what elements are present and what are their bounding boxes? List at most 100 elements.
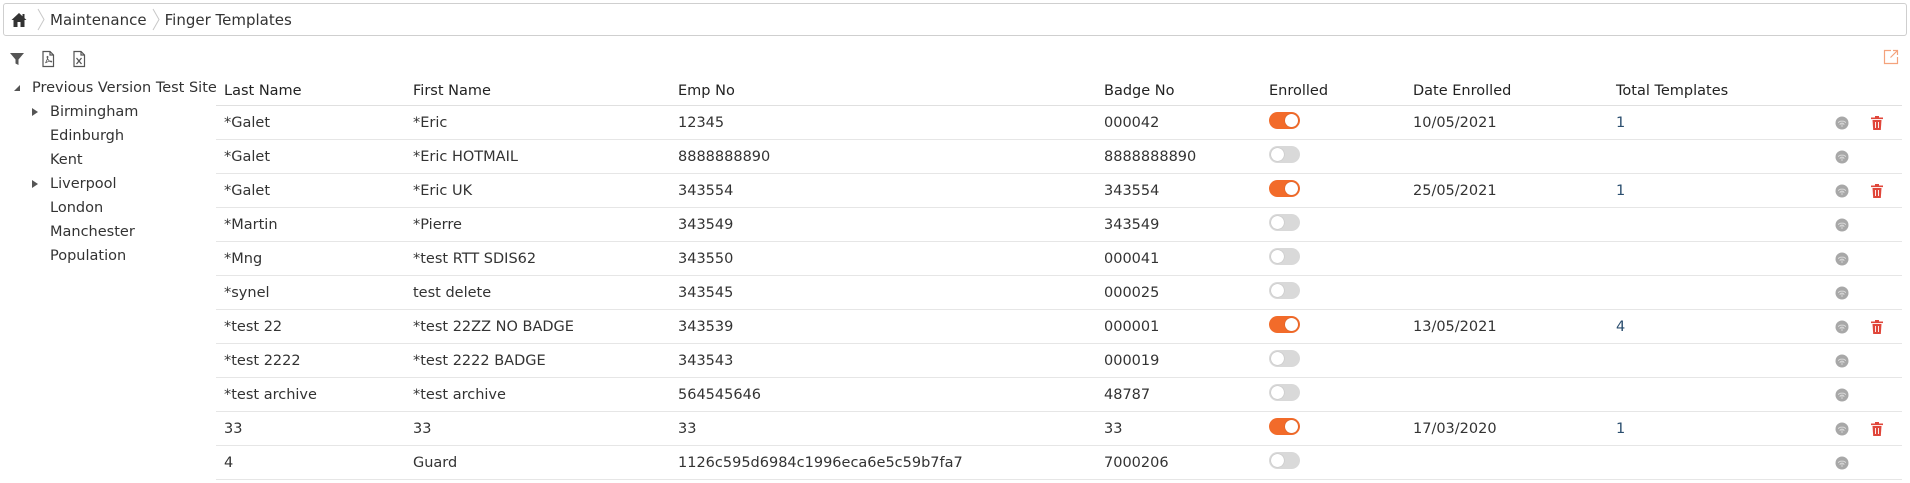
tree-node-kent[interactable]: Kent [10, 148, 217, 172]
column-header-total-templates[interactable]: Total Templates [1608, 83, 1834, 99]
fingerprint-icon[interactable] [1834, 455, 1850, 471]
fingerprint-icon[interactable] [1834, 285, 1850, 301]
fingerprint-icon[interactable] [1834, 319, 1850, 335]
tree-node-manchester[interactable]: Manchester [10, 220, 217, 244]
enrolled-toggle[interactable] [1269, 316, 1300, 333]
cell-last-name: *Martin [224, 216, 278, 233]
cell-emp-no: 12345 [678, 114, 725, 131]
tree-node-root[interactable]: Previous Version Test Site [10, 76, 217, 100]
cell-badge-no: 000019 [1104, 352, 1160, 369]
breadcrumb-maintenance[interactable]: Maintenance [50, 11, 147, 29]
cell-emp-no: 343545 [678, 284, 734, 301]
toolbar [8, 50, 88, 68]
enrolled-toggle[interactable] [1269, 214, 1300, 231]
cell-enrolled [1261, 418, 1405, 439]
delete-icon[interactable] [1870, 183, 1884, 199]
enrolled-toggle[interactable] [1269, 452, 1300, 469]
filter-icon[interactable] [8, 50, 26, 68]
column-header-date-enrolled[interactable]: Date Enrolled [1405, 83, 1608, 99]
cell-first-name: *Pierre [413, 216, 462, 233]
table-row[interactable]: *Mng *test RTT SDIS62 343550 000041 [216, 242, 1902, 276]
cell-actions [1834, 387, 1902, 403]
toggle-knob [1271, 284, 1284, 297]
enrolled-toggle[interactable] [1269, 146, 1300, 163]
cell-enrolled [1261, 180, 1405, 201]
delete-slot-empty [1870, 285, 1884, 301]
tree-node-population[interactable]: Population [10, 244, 217, 268]
tree-node-edinburgh[interactable]: Edinburgh [10, 124, 217, 148]
cell-date-enrolled: 10/05/2021 [1413, 114, 1497, 131]
cell-first-name: *Eric UK [413, 182, 473, 199]
excel-export-icon[interactable] [70, 50, 88, 68]
fingerprint-icon[interactable] [1834, 387, 1850, 403]
cell-enrolled [1261, 248, 1405, 269]
toggle-knob [1285, 318, 1298, 331]
fingerprint-icon[interactable] [1834, 183, 1850, 199]
enrolled-toggle[interactable] [1269, 350, 1300, 367]
fingerprint-icon[interactable] [1834, 149, 1850, 165]
fingerprint-icon[interactable] [1834, 421, 1850, 437]
toggle-knob [1285, 182, 1298, 195]
table-row[interactable]: *Galet *Eric UK 343554 343554 25/05/2021 1 [216, 174, 1902, 208]
toggle-knob [1271, 148, 1284, 161]
cell-last-name: *Galet [224, 182, 271, 199]
table-row[interactable]: *synel test delete 343545 000025 [216, 276, 1902, 310]
expand-arrow-icon[interactable] [28, 105, 42, 119]
pdf-export-icon[interactable] [39, 50, 57, 68]
expand-arrow-icon[interactable] [28, 177, 42, 191]
delete-icon[interactable] [1870, 115, 1884, 131]
fingerprint-icon[interactable] [1834, 217, 1850, 233]
cell-enrolled [1261, 146, 1405, 167]
tree-node-label: Edinburgh [50, 128, 125, 144]
tree-node-label: Previous Version Test Site [32, 80, 217, 96]
column-header-emp-no[interactable]: Emp No [670, 83, 1096, 99]
table-row[interactable]: *Martin *Pierre 343549 343549 [216, 208, 1902, 242]
table-row[interactable]: *test 22 *test 22ZZ NO BADGE 343539 000001 1… [216, 310, 1902, 344]
enrolled-toggle[interactable] [1269, 180, 1300, 197]
enrolled-toggle[interactable] [1269, 282, 1300, 299]
enrolled-toggle[interactable] [1269, 248, 1300, 265]
tree-node-london[interactable]: London [10, 196, 217, 220]
delete-icon[interactable] [1870, 319, 1884, 335]
table-row[interactable]: 4 Guard 1126c595d6984c1996eca6e5c59b7fa7 70… [216, 446, 1902, 480]
cell-emp-no: 343554 [678, 182, 734, 199]
column-header-badge-no[interactable]: Badge No [1096, 83, 1261, 99]
cell-emp-no: 8888888890 [678, 148, 771, 165]
cell-badge-no: 000041 [1104, 250, 1160, 267]
table-row[interactable]: *Galet *Eric HOTMAIL 8888888890 8888888890 [216, 140, 1902, 174]
home-icon[interactable] [10, 11, 28, 29]
cell-actions [1834, 455, 1902, 471]
enrolled-toggle[interactable] [1269, 112, 1300, 129]
table-row[interactable]: *test 2222 *test 2222 BADGE 343543 000019 [216, 344, 1902, 378]
delete-slot-empty [1870, 353, 1884, 369]
collapse-arrow-icon[interactable] [10, 81, 24, 95]
cell-first-name: *test 2222 BADGE [413, 352, 546, 369]
table-row[interactable]: *Galet *Eric 12345 000042 10/05/2021 1 [216, 106, 1902, 140]
cell-total-templates: 1 [1616, 182, 1626, 199]
toggle-knob [1271, 386, 1284, 399]
table-row[interactable]: 33 33 33 33 17/03/2020 1 [216, 412, 1902, 446]
fingerprint-icon[interactable] [1834, 353, 1850, 369]
tree-node-label: Liverpool [50, 176, 117, 192]
cell-enrolled [1261, 112, 1405, 133]
table-row[interactable]: *test archive *test archive 564545646 48787 [216, 378, 1902, 412]
enrolled-toggle[interactable] [1269, 418, 1300, 435]
column-header-last-name[interactable]: Last Name [216, 83, 405, 99]
tree-node-liverpool[interactable]: Liverpool [10, 172, 217, 196]
popout-icon[interactable] [1882, 48, 1900, 66]
column-header-enrolled[interactable]: Enrolled [1261, 83, 1405, 99]
cell-first-name: *Eric [413, 114, 448, 131]
delete-icon[interactable] [1870, 421, 1884, 437]
fingerprint-icon[interactable] [1834, 115, 1850, 131]
delete-slot-empty [1870, 217, 1884, 233]
tree-node-birmingham[interactable]: Birmingham [10, 100, 217, 124]
cell-last-name: *Mng [224, 250, 263, 267]
enrolled-toggle[interactable] [1269, 384, 1300, 401]
fingerprint-icon[interactable] [1834, 251, 1850, 267]
cell-enrolled [1261, 316, 1405, 337]
cell-badge-no: 000025 [1104, 284, 1160, 301]
column-header-first-name[interactable]: First Name [405, 83, 670, 99]
